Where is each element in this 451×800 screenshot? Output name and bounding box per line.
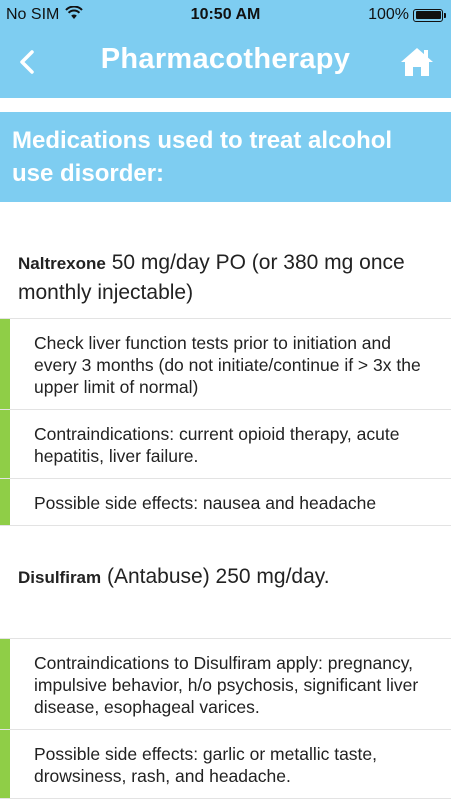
list-item: Contraindications to Disulfiram apply: p… xyxy=(0,639,451,730)
page-title: Pharmacotherapy xyxy=(100,43,351,75)
note-list: Contraindications to Disulfiram apply: p… xyxy=(0,638,451,799)
drug-title: Naltrexone 50 mg/day PO (or 380 mg once … xyxy=(0,202,451,318)
content: Naltrexone 50 mg/day PO (or 380 mg once … xyxy=(0,202,451,799)
back-button[interactable] xyxy=(18,44,58,84)
home-icon xyxy=(399,46,435,83)
drug-name: Naltrexone xyxy=(18,254,106,273)
drug-block-disulfiram: Disulfiram (Antabuse) 250 mg/day. Contra… xyxy=(0,526,451,799)
status-bar: No SIM 10:50 AM 100% xyxy=(0,0,451,30)
note-list: Check liver function tests prior to init… xyxy=(0,318,451,526)
list-item: Possible side effects: garlic or metalli… xyxy=(0,730,451,799)
section-header: Medications used to treat alcohol use di… xyxy=(0,112,451,202)
chevron-left-icon xyxy=(18,48,36,81)
drug-block-naltrexone: Naltrexone 50 mg/day PO (or 380 mg once … xyxy=(0,202,451,526)
status-right: 100% xyxy=(368,6,451,24)
list-item: Possible side effects: nausea and headac… xyxy=(0,479,451,526)
drug-name: Disulfiram xyxy=(18,568,102,587)
battery-percent: 100% xyxy=(368,6,409,23)
carrier-label: No SIM xyxy=(6,6,60,23)
battery-icon xyxy=(413,8,446,22)
home-button[interactable] xyxy=(397,44,437,84)
drug-dose: (Antabuse) 250 mg/day. xyxy=(101,565,330,588)
list-item: Check liver function tests prior to init… xyxy=(0,319,451,410)
nav-bar: Pharmacotherapy xyxy=(0,30,451,98)
list-item: Contraindications: current opioid therap… xyxy=(0,410,451,479)
wifi-icon xyxy=(65,5,84,25)
drug-title: Disulfiram (Antabuse) 250 mg/day. xyxy=(0,526,451,638)
status-left: No SIM xyxy=(0,5,84,25)
